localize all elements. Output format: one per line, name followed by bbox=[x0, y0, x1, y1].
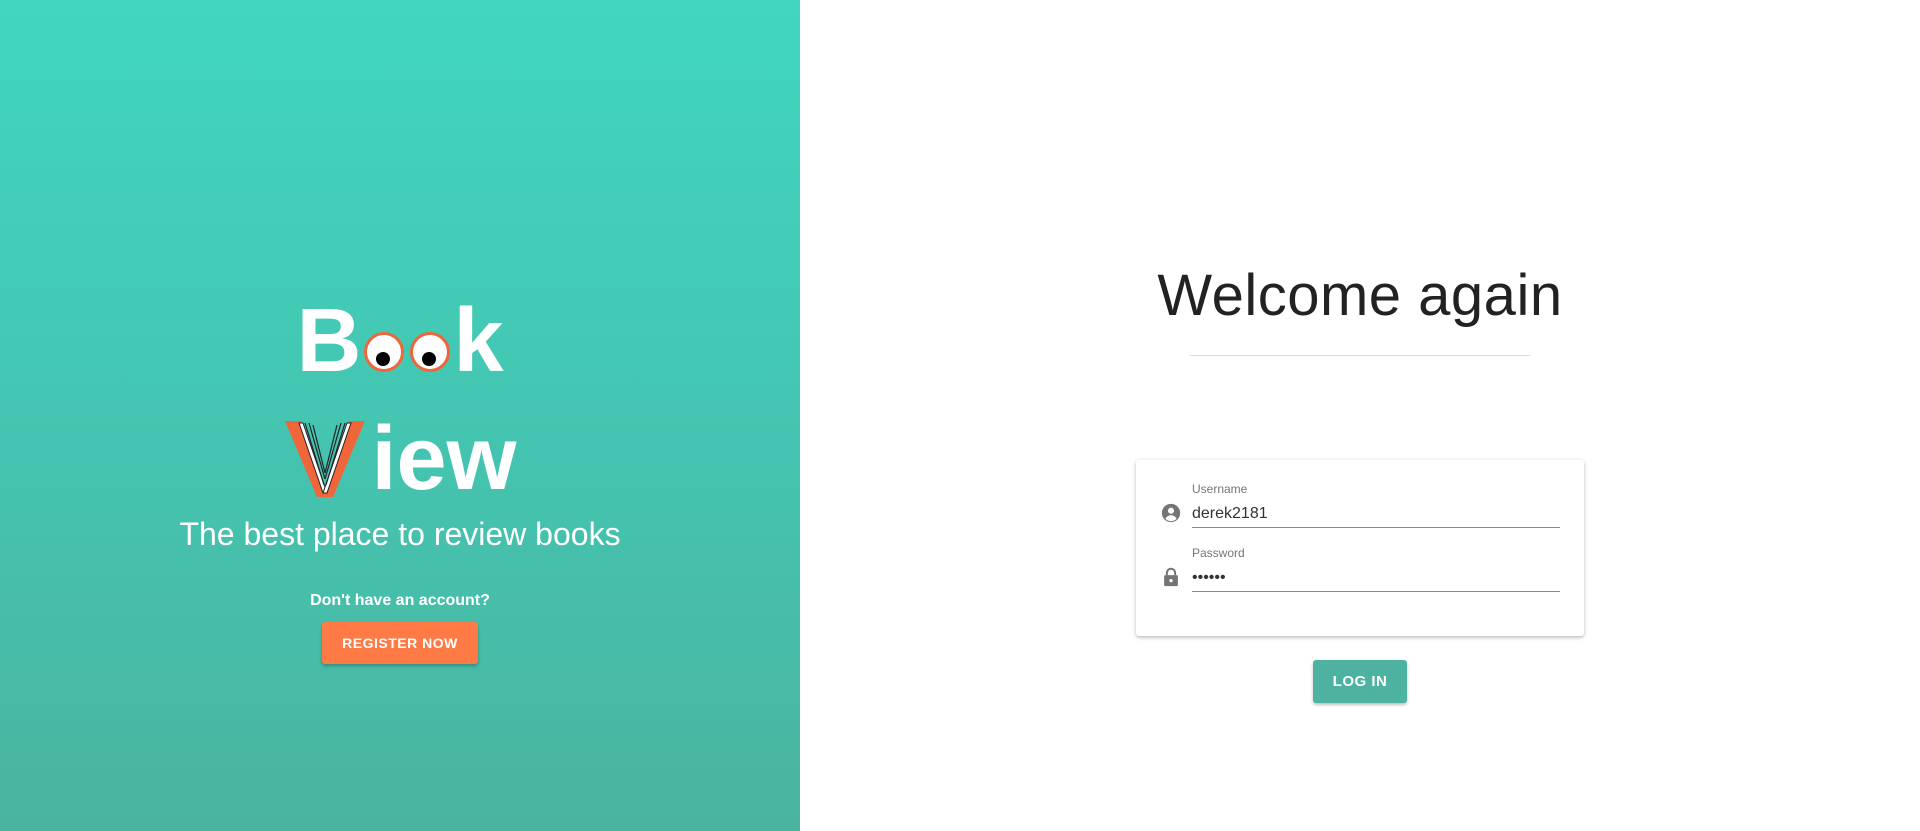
logo-line-view: iew bbox=[0, 408, 800, 504]
login-page: Bk iew The best place to review books Do… bbox=[0, 0, 1920, 831]
lock-icon bbox=[1164, 567, 1178, 587]
open-book-v-icon bbox=[285, 421, 366, 498]
no-account-text: Don't have an account? bbox=[310, 592, 490, 609]
tagline: The best place to review books bbox=[179, 516, 621, 552]
username-input[interactable] bbox=[1192, 500, 1560, 528]
logo-line-book: Bk bbox=[0, 290, 800, 386]
password-label: Password bbox=[1192, 546, 1245, 560]
password-input[interactable] bbox=[1192, 564, 1560, 592]
logo-letter-b: B bbox=[296, 291, 362, 392]
eye-right-icon bbox=[410, 332, 451, 373]
brand-panel: Bk iew The best place to review books Do… bbox=[0, 0, 800, 831]
account-circle-icon bbox=[1161, 503, 1181, 523]
eye-left-icon bbox=[364, 332, 405, 373]
welcome-title: Welcome again bbox=[1157, 263, 1563, 328]
password-field: Password bbox=[1160, 546, 1560, 594]
login-panel: Welcome again Username Password bbox=[800, 0, 1920, 831]
logo-letters-iew: iew bbox=[371, 409, 517, 510]
username-label: Username bbox=[1192, 482, 1248, 496]
login-button[interactable]: LOG IN bbox=[1313, 660, 1407, 703]
login-form-card: Username Password bbox=[1136, 460, 1584, 636]
username-field: Username bbox=[1160, 482, 1560, 530]
logo-letter-k: k bbox=[453, 291, 504, 392]
title-divider bbox=[1190, 355, 1530, 356]
register-now-button[interactable]: REGISTER NOW bbox=[322, 622, 478, 664]
bookview-logo: Bk iew bbox=[0, 290, 800, 504]
